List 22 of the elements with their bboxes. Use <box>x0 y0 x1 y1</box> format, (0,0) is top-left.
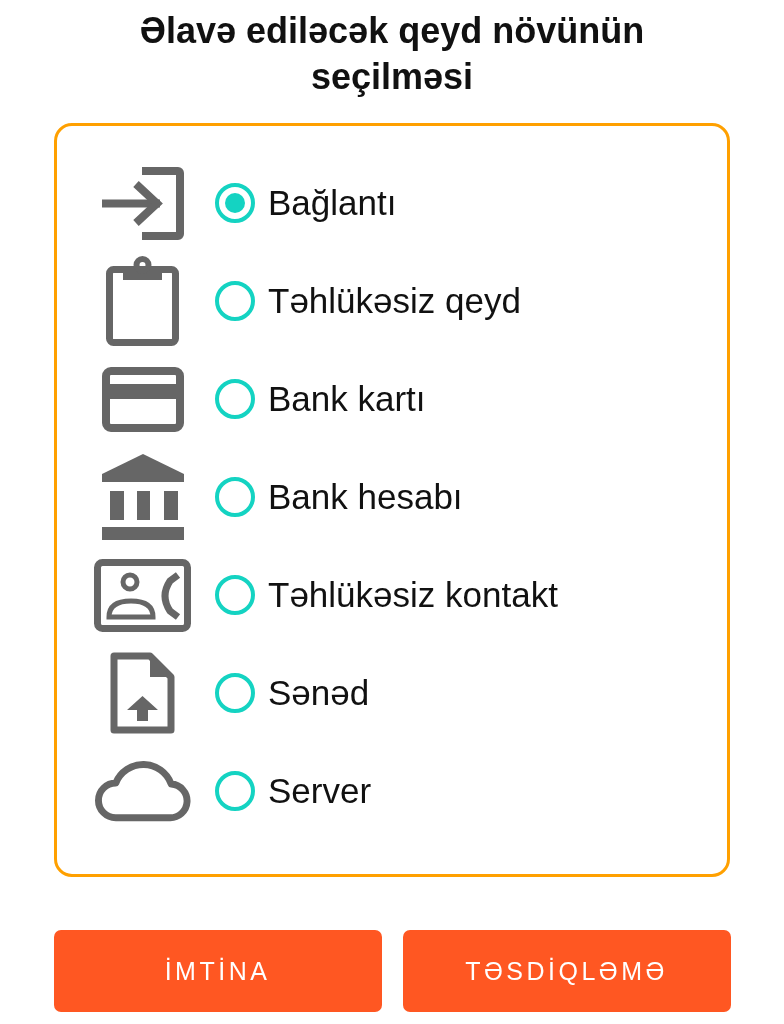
option-label[interactable]: Server <box>268 770 372 812</box>
file-upload-icon <box>110 652 175 734</box>
option-label[interactable]: Bağlantı <box>268 182 397 224</box>
option-label[interactable]: Təhlükəsiz kontakt <box>268 574 558 616</box>
radio-button[interactable] <box>215 183 255 223</box>
radio-button[interactable] <box>215 477 255 517</box>
radio-button[interactable] <box>215 281 255 321</box>
credit-card-icon <box>101 366 184 432</box>
radio-button[interactable] <box>215 575 255 615</box>
bank-building-icon <box>101 454 184 540</box>
option-label[interactable]: Sənəd <box>268 672 370 714</box>
radio-button[interactable] <box>215 379 255 419</box>
option-label[interactable]: Bank hesabı <box>268 476 463 518</box>
cloud-icon <box>94 760 191 822</box>
option-label[interactable]: Bank kartı <box>268 378 426 420</box>
dialog-title: Əlavə ediləcək qeyd növünün seçilməsi <box>138 9 646 99</box>
radio-button[interactable] <box>215 771 255 811</box>
contact-card-phone-icon <box>94 558 191 632</box>
option-label[interactable]: Təhlükəsiz qeyd <box>268 280 521 322</box>
radio-button[interactable] <box>215 673 255 713</box>
clipboard-icon <box>106 256 179 346</box>
login-icon <box>101 166 184 240</box>
